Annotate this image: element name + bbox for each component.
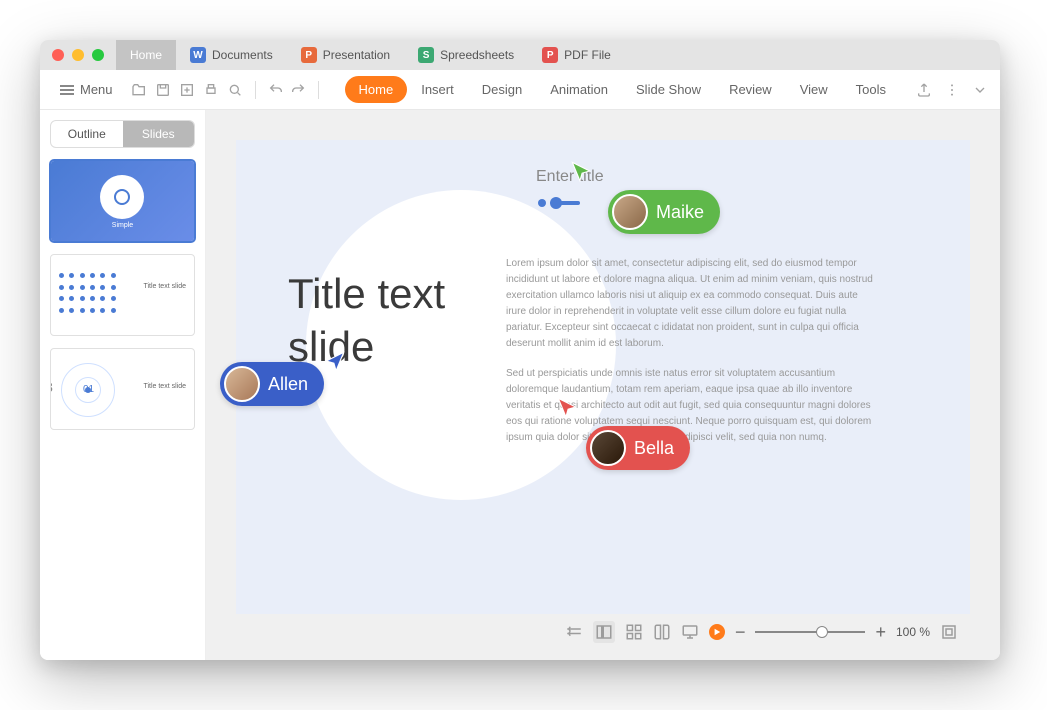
ribbon-view[interactable]: View (786, 76, 842, 103)
window-controls (52, 49, 104, 61)
ribbon-animation[interactable]: Animation (536, 76, 622, 103)
redo-icon[interactable] (290, 82, 306, 98)
ribbon: Home Insert Design Animation Slide Show … (345, 76, 900, 103)
decorative-dots-icon (536, 196, 586, 210)
slide-thumbnail-3[interactable]: 3 01 Title text slide (50, 348, 195, 430)
tab-presentation[interactable]: P Presentation (287, 40, 404, 70)
tab-home-label: Home (130, 48, 162, 62)
play-icon (713, 628, 721, 636)
enter-title-placeholder[interactable]: Enter title (536, 168, 604, 186)
menu-button[interactable]: Menu (52, 78, 121, 101)
zoom-controls: − + 100 % (735, 622, 930, 643)
thumb-caption: Simple (51, 222, 194, 229)
toolbar-right (916, 82, 988, 98)
chevron-down-icon[interactable] (972, 82, 988, 98)
slide-thumbnail-2[interactable]: Title text slide (50, 254, 195, 336)
separator (318, 81, 319, 99)
panel-tabs: Outline Slides (50, 120, 195, 148)
slide-thumbnail-1[interactable]: Simple (50, 160, 195, 242)
quick-access (131, 82, 243, 98)
zoom-out-button[interactable]: − (735, 622, 746, 643)
thumb-caption: Title text slide (143, 383, 186, 390)
ribbon-tools[interactable]: Tools (842, 76, 900, 103)
tab-pdf-label: PDF File (564, 48, 611, 62)
pdf-icon: P (542, 47, 558, 63)
notes-toggle-icon[interactable] (565, 623, 583, 641)
tab-spreadsheets-label: Spreedsheets (440, 48, 514, 62)
ribbon-slideshow[interactable]: Slide Show (622, 76, 715, 103)
toolbar: Menu Home Insert Design Animation Slide … (40, 70, 1000, 110)
word-icon: W (190, 47, 206, 63)
collaborator-maike: Maike (588, 170, 720, 234)
export-icon[interactable] (179, 82, 195, 98)
fit-to-window-icon[interactable] (940, 623, 958, 641)
tab-pdf[interactable]: P PDF File (528, 40, 625, 70)
close-window-button[interactable] (52, 49, 64, 61)
zoom-in-button[interactable]: + (875, 622, 886, 643)
slide-panel: Outline Slides Simple Title text slide 3… (40, 110, 206, 660)
app-window: Home W Documents P Presentation S Spreed… (40, 40, 1000, 660)
presentation-icon: P (301, 47, 317, 63)
save-icon[interactable] (155, 82, 171, 98)
thumb-caption: Title text slide (143, 283, 186, 290)
slide-body[interactable]: Lorem ipsum dolor sit amet, consectetur … (506, 256, 876, 446)
share-icon[interactable] (916, 82, 932, 98)
ribbon-home[interactable]: Home (345, 76, 408, 103)
body-paragraph-2: Sed ut perspiciatis unde omnis iste natu… (506, 366, 876, 446)
presenter-view-icon[interactable] (681, 623, 699, 641)
ribbon-review[interactable]: Review (715, 76, 786, 103)
play-slideshow-button[interactable] (709, 624, 725, 640)
tab-outline[interactable]: Outline (51, 121, 123, 147)
open-folder-icon[interactable] (131, 82, 147, 98)
tab-spreadsheets[interactable]: S Spreedsheets (404, 40, 528, 70)
collaborator-name: Allen (268, 374, 308, 395)
thumb-index: 3 (50, 379, 53, 395)
content-area: Outline Slides Simple Title text slide 3… (40, 110, 1000, 660)
status-bar: − + 100 % (236, 614, 970, 650)
zoom-slider[interactable] (755, 631, 865, 633)
minimize-window-button[interactable] (72, 49, 84, 61)
maximize-window-button[interactable] (92, 49, 104, 61)
undo-icon[interactable] (268, 82, 284, 98)
titlebar: Home W Documents P Presentation S Spreed… (40, 40, 1000, 70)
app-tabs: Home W Documents P Presentation S Spreed… (116, 40, 625, 70)
slide-title[interactable]: Title text slide (288, 268, 518, 373)
avatar (612, 194, 648, 230)
print-preview-icon[interactable] (227, 82, 243, 98)
menu-label: Menu (80, 82, 113, 97)
zoom-handle[interactable] (816, 626, 828, 638)
thumb-number: 01 (83, 384, 94, 395)
reading-view-icon[interactable] (653, 623, 671, 641)
ribbon-design[interactable]: Design (468, 76, 536, 103)
tab-slides[interactable]: Slides (123, 121, 195, 147)
tab-presentation-label: Presentation (323, 48, 390, 62)
tab-home[interactable]: Home (116, 40, 176, 70)
normal-view-icon[interactable] (593, 621, 615, 643)
body-paragraph-1: Lorem ipsum dolor sit amet, consectetur … (506, 256, 876, 352)
ribbon-insert[interactable]: Insert (407, 76, 468, 103)
sorter-view-icon[interactable] (625, 623, 643, 641)
spreadsheet-icon: S (418, 47, 434, 63)
separator (255, 81, 256, 99)
slide-canvas[interactable]: Enter title Title text slide Lorem ipsum… (236, 140, 970, 614)
zoom-level: 100 % (896, 625, 930, 639)
more-icon[interactable] (944, 82, 960, 98)
canvas-area: Enter title Title text slide Lorem ipsum… (206, 110, 1000, 660)
hamburger-icon (60, 85, 74, 95)
collaborator-name: Maike (656, 202, 704, 223)
tab-documents[interactable]: W Documents (176, 40, 287, 70)
tab-documents-label: Documents (212, 48, 273, 62)
slide-title-text: Title text slide (288, 268, 518, 373)
print-icon[interactable] (203, 82, 219, 98)
avatar (224, 366, 260, 402)
